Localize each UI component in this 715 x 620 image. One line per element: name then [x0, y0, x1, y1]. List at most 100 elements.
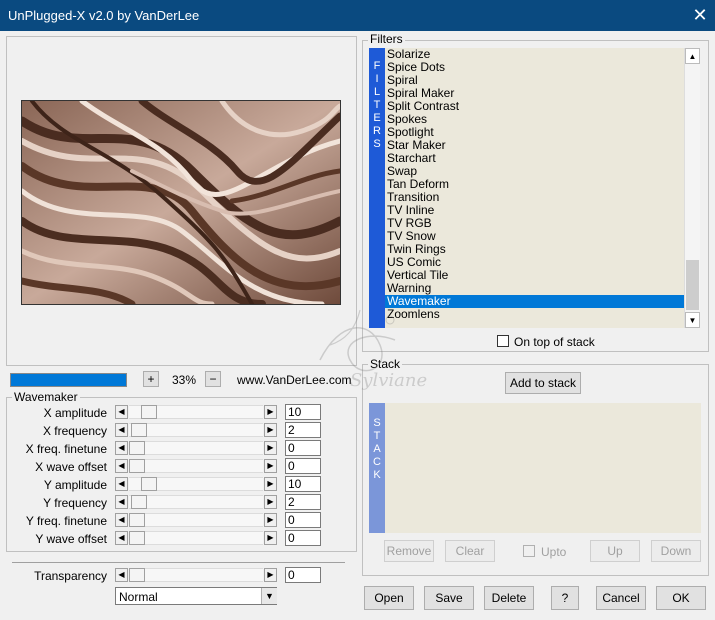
separator: [12, 562, 345, 563]
preview-image[interactable]: [21, 100, 341, 305]
clear-button[interactable]: Clear: [445, 540, 495, 562]
vertical-label-letter: L: [373, 86, 381, 98]
close-icon[interactable]: ✕: [690, 4, 710, 26]
filters-vertical-bar: FILTERS: [369, 48, 385, 328]
scrollbar-thumb[interactable]: [686, 260, 699, 310]
param-slider-thumb[interactable]: [141, 405, 157, 419]
param-decrease-button[interactable]: ◀: [115, 441, 128, 455]
param-value-field[interactable]: 2: [285, 422, 321, 438]
filter-list[interactable]: Solarize Spice Dots Spiral Spiral Maker Spli…: [385, 48, 685, 328]
transparency-label: Transparency: [34, 569, 107, 583]
zoom-level: 33%: [172, 373, 197, 387]
param-decrease-button[interactable]: ◀: [115, 423, 128, 437]
upto-checkbox[interactable]: [523, 545, 535, 557]
stack-list[interactable]: [385, 403, 701, 533]
param-value-field[interactable]: 0: [285, 530, 321, 546]
param-increase-button[interactable]: ▶: [264, 477, 277, 491]
param-decrease-button[interactable]: ◀: [115, 513, 128, 527]
param-value-field[interactable]: 2: [285, 494, 321, 510]
param-label: X freq. finetune: [25, 442, 107, 456]
upto-label: Upto: [541, 545, 567, 559]
website-link[interactable]: www.VanDerLee.com: [237, 373, 352, 387]
transparency-decrease-button[interactable]: ◀: [115, 568, 128, 582]
blend-mode-select[interactable]: Normal ▼: [115, 587, 277, 605]
param-slider-track[interactable]: [129, 495, 263, 509]
param-increase-button[interactable]: ▶: [264, 531, 277, 545]
arrow-right-icon: ▶: [267, 479, 274, 488]
arrow-left-icon: ◀: [118, 479, 125, 488]
param-slider-track[interactable]: [129, 513, 263, 527]
param-slider-track[interactable]: [129, 459, 263, 473]
param-label: Y wave offset: [35, 532, 107, 546]
filter-list-item[interactable]: Split Contrast: [385, 100, 685, 113]
save-button[interactable]: Save: [424, 586, 474, 610]
open-button[interactable]: Open: [364, 586, 414, 610]
arrow-left-icon: ◀: [118, 515, 125, 524]
param-value-field[interactable]: 0: [285, 440, 321, 456]
param-increase-button[interactable]: ▶: [264, 423, 277, 437]
param-slider-track[interactable]: [129, 531, 263, 545]
param-slider-track[interactable]: [129, 423, 263, 437]
help-button[interactable]: ?: [551, 586, 579, 610]
on-top-checkbox[interactable]: [497, 335, 509, 347]
add-to-stack-button[interactable]: Add to stack: [505, 372, 581, 394]
filter-list-item[interactable]: Starchart: [385, 152, 685, 165]
param-decrease-button[interactable]: ◀: [115, 495, 128, 509]
transparency-increase-button[interactable]: ▶: [264, 568, 277, 582]
title-bar: UnPlugged-X v2.0 by VanDerLee ✕: [0, 0, 715, 31]
transparency-slider-track[interactable]: [129, 568, 263, 582]
arrow-up-icon[interactable]: ▲: [685, 48, 700, 64]
param-increase-button[interactable]: ▶: [264, 459, 277, 473]
param-slider-thumb[interactable]: [129, 513, 145, 527]
wavemaker-group: [6, 397, 357, 552]
zoom-out-button[interactable]: −: [205, 371, 221, 387]
param-value-field[interactable]: 10: [285, 404, 321, 420]
param-increase-button[interactable]: ▶: [264, 441, 277, 455]
param-value-field[interactable]: 0: [285, 458, 321, 474]
param-slider-thumb[interactable]: [129, 441, 145, 455]
param-slider-thumb[interactable]: [129, 531, 145, 545]
param-value-field[interactable]: 10: [285, 476, 321, 492]
progress-bar: [10, 373, 127, 387]
window-title: UnPlugged-X v2.0 by VanDerLee: [8, 8, 200, 23]
transparency-slider-thumb[interactable]: [129, 568, 145, 582]
chevron-down-icon[interactable]: ▼: [261, 588, 277, 604]
zoom-in-button[interactable]: +: [143, 371, 159, 387]
filter-list-item[interactable]: Spice Dots: [385, 61, 685, 74]
param-decrease-button[interactable]: ◀: [115, 531, 128, 545]
filter-list-item[interactable]: Zoomlens: [385, 308, 685, 321]
delete-button[interactable]: Delete: [484, 586, 534, 610]
vertical-label-letter: R: [373, 125, 381, 137]
filters-group-label: Filters: [368, 32, 405, 46]
filter-list-scrollbar[interactable]: ▲ ▼: [684, 48, 700, 328]
up-button[interactable]: Up: [590, 540, 640, 562]
param-label: X wave offset: [35, 460, 107, 474]
param-value-field[interactable]: 0: [285, 512, 321, 528]
arrow-right-icon: ▶: [267, 407, 274, 416]
param-increase-button[interactable]: ▶: [264, 495, 277, 509]
vertical-label-letter: I: [375, 73, 379, 85]
arrow-down-icon[interactable]: ▼: [685, 312, 700, 328]
param-increase-button[interactable]: ▶: [264, 513, 277, 527]
transparency-value-field[interactable]: 0: [285, 567, 321, 583]
vertical-label-letter: F: [373, 60, 381, 72]
param-decrease-button[interactable]: ◀: [115, 459, 128, 473]
vertical-label-letter: S: [373, 417, 381, 429]
ok-button[interactable]: OK: [656, 586, 706, 610]
param-slider-track[interactable]: [129, 405, 263, 419]
wavemaker-group-label: Wavemaker: [12, 390, 80, 404]
param-slider-thumb[interactable]: [131, 423, 147, 437]
remove-button[interactable]: Remove: [384, 540, 434, 562]
arrow-left-icon: ◀: [118, 425, 125, 434]
param-decrease-button[interactable]: ◀: [115, 477, 128, 491]
param-label: Y frequency: [43, 496, 107, 510]
param-slider-track[interactable]: [129, 441, 263, 455]
param-slider-thumb[interactable]: [141, 477, 157, 491]
down-button[interactable]: Down: [651, 540, 701, 562]
param-slider-thumb[interactable]: [129, 459, 145, 473]
param-slider-thumb[interactable]: [131, 495, 147, 509]
param-slider-track[interactable]: [129, 477, 263, 491]
param-decrease-button[interactable]: ◀: [115, 405, 128, 419]
cancel-button[interactable]: Cancel: [596, 586, 646, 610]
param-increase-button[interactable]: ▶: [264, 405, 277, 419]
